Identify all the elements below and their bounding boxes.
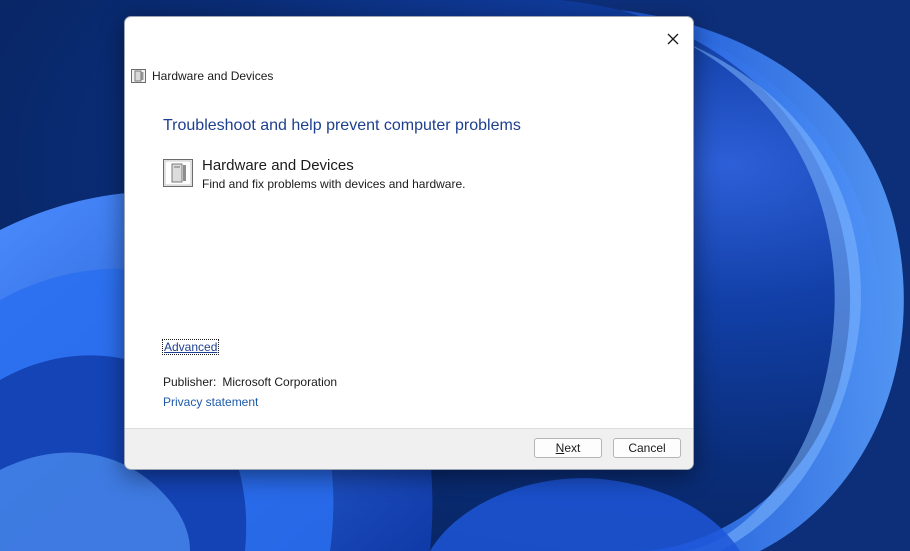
troubleshooter-dialog: Hardware and Devices Troubleshoot and he… xyxy=(124,16,694,470)
dialog-footer: Next Cancel xyxy=(125,428,693,469)
advanced-link[interactable]: Advanced xyxy=(161,339,220,355)
close-button[interactable] xyxy=(659,25,687,53)
troubleshooter-item: Hardware and Devices Find and fix proble… xyxy=(163,157,465,192)
page-heading: Troubleshoot and help prevent computer p… xyxy=(163,117,521,134)
publisher-label: Publisher: xyxy=(163,375,217,389)
privacy-statement-link[interactable]: Privacy statement xyxy=(163,395,258,409)
troubleshooter-item-text: Hardware and Devices Find and fix proble… xyxy=(202,157,465,192)
publisher-info: Publisher: Microsoft Corporation xyxy=(163,375,337,389)
window-title: Hardware and Devices xyxy=(152,69,274,83)
next-button-mnemonic: N xyxy=(555,441,565,455)
item-description: Find and fix problems with devices and h… xyxy=(202,177,466,191)
hardware-device-icon xyxy=(131,69,146,83)
next-button-suffix: ext xyxy=(564,441,581,455)
publisher-value: Microsoft Corporation xyxy=(222,375,338,389)
window-title-bar: Hardware and Devices xyxy=(131,69,273,83)
close-icon xyxy=(667,33,679,45)
cancel-button[interactable]: Cancel xyxy=(613,438,681,458)
next-button[interactable]: Next xyxy=(534,438,602,458)
item-title: Hardware and Devices xyxy=(202,157,354,174)
hardware-device-icon xyxy=(163,159,193,187)
